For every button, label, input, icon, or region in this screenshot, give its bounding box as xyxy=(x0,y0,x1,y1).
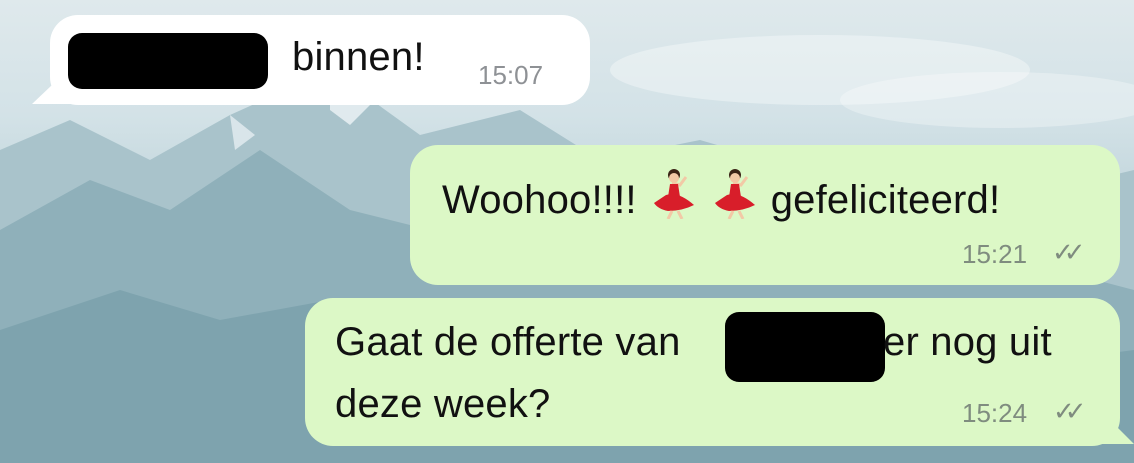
incoming-message-bubble[interactable]: binnen! 15:07 xyxy=(50,15,590,105)
message-text-line-1-start: Gaat de offerte van xyxy=(335,320,681,364)
message-timestamp: 15:07 xyxy=(478,60,544,90)
double-check-read-icon: ✓✓ xyxy=(1053,396,1086,426)
message-text-line-1-end: er nog uit xyxy=(883,320,1052,364)
redacted-text-block xyxy=(68,33,268,89)
dancer-emoji-icon xyxy=(709,167,759,229)
dancer-emoji-icon xyxy=(648,167,698,229)
message-text-part: Woohoo!!!! xyxy=(442,178,637,222)
message-timestamp: 15:21 xyxy=(962,239,1028,269)
outgoing-message-bubble[interactable]: Gaat de offerte van er nog uit deze week… xyxy=(305,298,1120,446)
message-text-part: gefeliciteerd! xyxy=(770,178,1001,222)
double-check-read-icon: ✓✓ xyxy=(1052,237,1085,267)
message-text: binnen! xyxy=(292,35,425,79)
message-text: Woohoo!!!! gefeliciteerd! xyxy=(442,167,1000,229)
outgoing-message-bubble[interactable]: Woohoo!!!! gefeliciteerd! 15:21 ✓✓ xyxy=(410,145,1120,285)
message-timestamp: 15:24 xyxy=(962,398,1028,428)
message-text-line-2: deze week? xyxy=(335,382,551,426)
redacted-text-block xyxy=(725,312,885,382)
